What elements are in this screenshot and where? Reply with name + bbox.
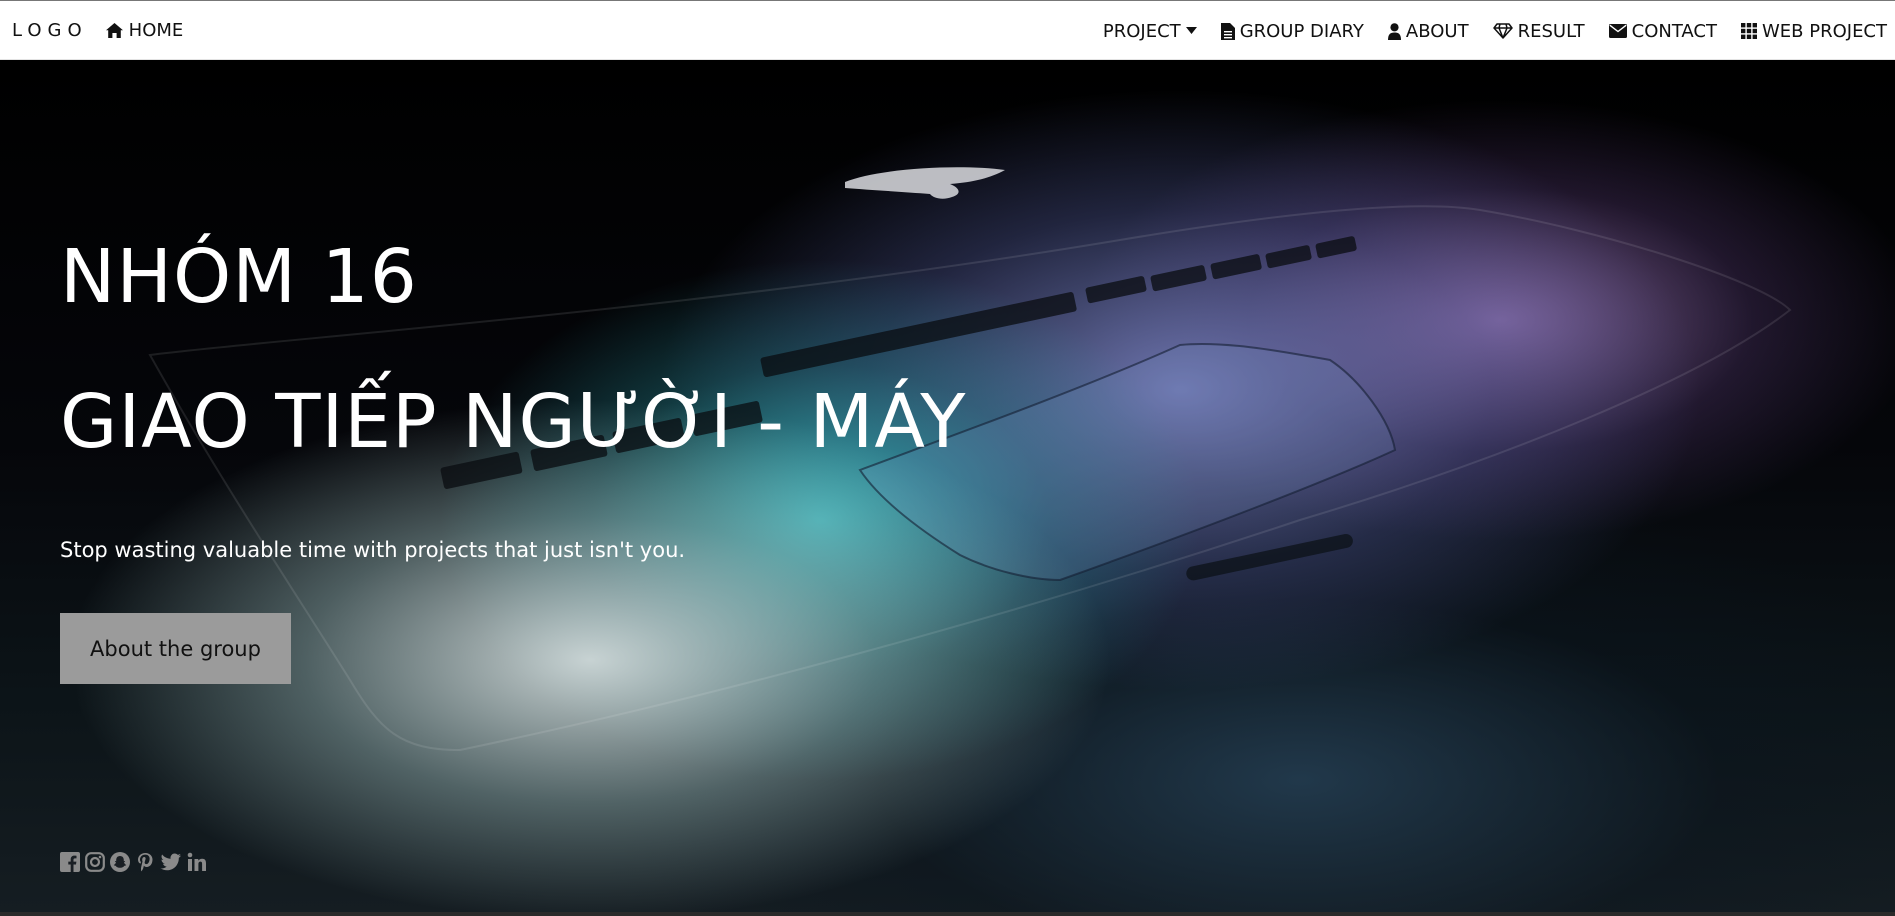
hero-section: NHÓM 16 GIAO TIẾP NGƯỜI - MÁY Stop wasti… bbox=[0, 60, 1895, 912]
nav-home-label: HOME bbox=[128, 19, 184, 41]
twitter-icon[interactable] bbox=[160, 852, 182, 876]
nav-web-project[interactable]: WEB PROJECT bbox=[1729, 21, 1895, 42]
snapchat-icon[interactable] bbox=[110, 852, 130, 876]
about-the-group-button[interactable]: About the group bbox=[60, 613, 291, 684]
nav-home[interactable]: HOME bbox=[105, 19, 184, 41]
nav-group-diary-label: GROUP DIARY bbox=[1239, 20, 1364, 42]
pinterest-icon[interactable] bbox=[135, 852, 155, 876]
nav-about[interactable]: ABOUT bbox=[1376, 21, 1481, 42]
file-icon bbox=[1220, 22, 1235, 40]
nav-group-diary[interactable]: GROUP DIARY bbox=[1209, 21, 1376, 42]
linkedin-icon[interactable] bbox=[187, 852, 207, 876]
hero-title: NHÓM 16 bbox=[60, 234, 418, 320]
diamond-icon bbox=[1492, 23, 1513, 39]
hero-background-image bbox=[148, 167, 1792, 752]
nav-contact-label: CONTACT bbox=[1631, 20, 1717, 42]
nav-project-label: PROJECT bbox=[1102, 20, 1181, 42]
logo[interactable]: LOGO bbox=[12, 20, 88, 41]
user-icon bbox=[1387, 22, 1401, 40]
grid-icon bbox=[1740, 23, 1757, 39]
social-links bbox=[60, 852, 207, 876]
nav-result[interactable]: RESULT bbox=[1481, 21, 1597, 42]
facebook-icon[interactable] bbox=[60, 852, 80, 876]
envelope-icon bbox=[1608, 24, 1627, 38]
nav-result-label: RESULT bbox=[1517, 20, 1585, 42]
nav-contact[interactable]: CONTACT bbox=[1597, 21, 1729, 42]
instagram-icon[interactable] bbox=[85, 852, 105, 876]
nav-menu: PROJECT GROUP DIARY ABOUT RESULT CONTACT… bbox=[1091, 1, 1895, 61]
bottom-border bbox=[0, 912, 1895, 916]
nav-about-label: ABOUT bbox=[1405, 20, 1469, 42]
caret-down-icon bbox=[1185, 27, 1197, 35]
hero-tagline: Stop wasting valuable time with projects… bbox=[60, 538, 686, 562]
home-icon bbox=[105, 22, 123, 38]
top-navbar: LOGO HOME PROJECT GROUP DIARY ABOUT RESU… bbox=[0, 0, 1895, 60]
hero-subtitle: GIAO TIẾP NGƯỜI - MÁY bbox=[60, 379, 967, 465]
nav-web-project-label: WEB PROJECT bbox=[1761, 20, 1887, 42]
nav-project[interactable]: PROJECT bbox=[1091, 21, 1209, 42]
